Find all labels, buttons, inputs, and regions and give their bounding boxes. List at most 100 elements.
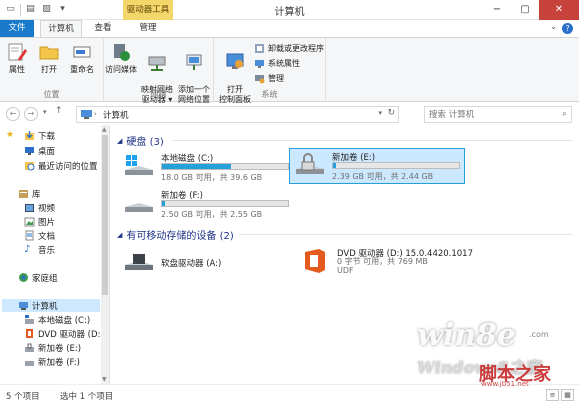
add-network-location-icon	[186, 54, 202, 70]
selected-count: 选中 1 个项目	[60, 392, 114, 402]
properties-label: 属性	[9, 65, 25, 74]
ribbon-collapse-icon[interactable]: ⌄	[550, 22, 557, 31]
nav-libraries-label: 库	[32, 189, 41, 200]
nav-item-homegroup[interactable]: 家庭组	[18, 271, 58, 284]
desktop-icon	[25, 147, 34, 155]
computer-management-icon	[255, 75, 265, 84]
nav-computer-label: 计算机	[32, 301, 58, 312]
drive-e-free-space: 2.39 GB 可用，共 2.44 GB	[332, 172, 434, 181]
drive-tile-f[interactable]: 新加卷 (F:) 2.50 GB 可用，共 2.55 GB	[119, 187, 291, 219]
folder-open-icon	[39, 46, 59, 60]
properties-icon	[8, 43, 27, 61]
nav-drive-d-label: DVD 驱动器 (D:)	[38, 329, 104, 340]
maximize-button[interactable]: ▢	[511, 0, 539, 20]
details-view-icon[interactable]: ≡	[546, 389, 559, 401]
help-icon[interactable]: ?	[562, 23, 573, 34]
quick-access-toolbar: ▭ ▤ ▨ ▾	[4, 3, 69, 16]
removable-divider	[239, 234, 573, 235]
scroll-up-icon[interactable]: ▲	[102, 126, 107, 133]
tiles-view-icon[interactable]: ▦	[561, 389, 574, 401]
scroll-down-icon[interactable]: ▼	[102, 376, 107, 383]
hard-disks-section-header[interactable]: ◢ 硬盘 (3)	[117, 133, 164, 149]
manage-button[interactable]: 管理	[254, 73, 284, 84]
nav-item-recent[interactable]: 最近访问的位置	[24, 159, 98, 172]
tab-file[interactable]: 文件	[0, 20, 34, 37]
scroll-thumb[interactable]	[102, 135, 108, 295]
address-bar[interactable]: › 计算机 ▾ ↻	[76, 106, 399, 123]
breadcrumb-separator-icon[interactable]: ›	[94, 110, 97, 118]
access-media-button[interactable]: 访问媒体	[104, 41, 138, 75]
new-folder-qat-icon[interactable]: ▨	[40, 3, 53, 16]
nav-item-drive-c[interactable]: 本地磁盘 (C:)	[24, 313, 90, 326]
search-input[interactable]	[425, 107, 550, 122]
drive-tile-d[interactable]: DVD 驱动器 (D:) 15.0.4420.1017 0 字节 可用，共 76…	[295, 245, 495, 279]
address-dropdown-icon[interactable]: ▾	[378, 109, 382, 117]
nav-pictures-label: 图片	[38, 217, 56, 228]
nav-homegroup-label: 家庭组	[32, 273, 58, 284]
breadcrumb-computer[interactable]: 计算机	[103, 109, 129, 121]
system-properties-icon	[255, 60, 264, 68]
open-button[interactable]: 打开	[37, 41, 61, 75]
nav-desktop-label: 桌面	[38, 146, 56, 157]
computer-icon	[19, 302, 28, 310]
nav-item-drive-d[interactable]: DVD 驱动器 (D:)	[24, 327, 104, 340]
nav-item-desktop[interactable]: 桌面	[24, 144, 55, 157]
computer-icon	[81, 110, 92, 119]
open-label: 打开	[41, 65, 57, 74]
nav-item-pictures[interactable]: 图片	[24, 215, 55, 228]
properties-button[interactable]: 属性	[5, 41, 29, 75]
nav-item-libraries[interactable]: 库	[18, 187, 41, 200]
nav-item-drive-f[interactable]: 新加卷 (F:)	[24, 355, 80, 368]
forward-button[interactable]: →	[24, 107, 38, 121]
nav-item-documents[interactable]: 文档	[24, 229, 55, 242]
media-server-icon	[114, 44, 130, 61]
recent-locations-icon[interactable]: ▾	[43, 108, 47, 116]
homegroup-icon	[19, 273, 28, 282]
tab-view[interactable]: 查看	[86, 20, 120, 37]
drive-tile-a[interactable]: 软盘驱动器 (A:)	[119, 247, 291, 279]
app-icon[interactable]: ▭	[4, 3, 17, 16]
drive-icon	[25, 361, 34, 366]
collapse-chevron-icon[interactable]: ◢	[117, 137, 122, 145]
close-button[interactable]: ✕	[539, 0, 579, 20]
nav-recent-label: 最近访问的位置	[38, 161, 98, 172]
nav-item-music[interactable]: ♪ 音乐	[24, 243, 55, 256]
system-group-label: 系统	[261, 90, 278, 99]
uninstall-program-button[interactable]: 卸载或更改程序	[254, 43, 324, 54]
drive-icon	[125, 203, 153, 212]
nav-item-computer[interactable]: 计算机	[2, 299, 100, 312]
tab-computer[interactable]: 计算机	[40, 20, 82, 38]
refresh-icon[interactable]: ↻	[387, 108, 395, 118]
back-button[interactable]: ←	[6, 107, 20, 121]
up-button[interactable]: ↑	[55, 106, 63, 116]
drive-tile-c[interactable]: 本地磁盘 (C:) 18.0 GB 可用，共 39.6 GB	[119, 150, 291, 182]
search-box[interactable]: ⌕	[424, 106, 572, 123]
title-bar: ▭ ▤ ▨ ▾ 计算机 驱动器工具 计算机 − ▢ ✕	[0, 0, 579, 20]
nav-downloads-label: 下载	[38, 131, 56, 142]
nav-item-drive-e[interactable]: 新加卷 (E:)	[24, 341, 81, 354]
content-pane: ◢ 硬盘 (3) 本地磁盘 (C:) 18.0 GB 可用，共 39.6 GB …	[111, 125, 579, 384]
drive-c-free-space: 18.0 GB 可用，共 39.6 GB	[161, 173, 263, 182]
nav-item-downloads[interactable]: 下载	[24, 129, 55, 142]
nav-item-videos[interactable]: 视频	[24, 201, 55, 214]
qat-dropdown-icon[interactable]: ▾	[56, 3, 69, 16]
drive-tile-e[interactable]: 新加卷 (E:) 2.39 GB 可用，共 2.44 GB	[289, 148, 465, 184]
rename-button[interactable]: 重命名	[66, 41, 98, 75]
removable-section-header[interactable]: ◢ 有可移动存储的设备 (2)	[117, 227, 234, 243]
ribbon-tab-bar: 文件 计算机 查看 管理 ⌄ ?	[0, 20, 579, 38]
pictures-icon	[24, 217, 35, 227]
system-drive-icon	[25, 315, 34, 324]
removable-title: 有可移动存储的设备 (2)	[126, 231, 234, 242]
access-media-label: 访问媒体	[105, 65, 137, 74]
minimize-button[interactable]: −	[483, 0, 511, 20]
nav-scrollbar[interactable]: ▲ ▼	[101, 125, 109, 384]
collapse-chevron-icon[interactable]: ◢	[117, 231, 122, 239]
nav-drive-e-label: 新加卷 (E:)	[38, 343, 82, 354]
system-properties-label: 系统属性	[268, 59, 300, 68]
search-icon[interactable]: ⌕	[562, 109, 567, 119]
view-buttons: ≡ ▦	[546, 389, 574, 401]
system-properties-button[interactable]: 系统属性	[254, 58, 300, 69]
properties-qat-icon[interactable]: ▤	[24, 3, 37, 16]
drive-a-name: 软盘驱动器 (A:)	[161, 259, 222, 269]
tab-manage[interactable]: 管理	[128, 20, 168, 37]
